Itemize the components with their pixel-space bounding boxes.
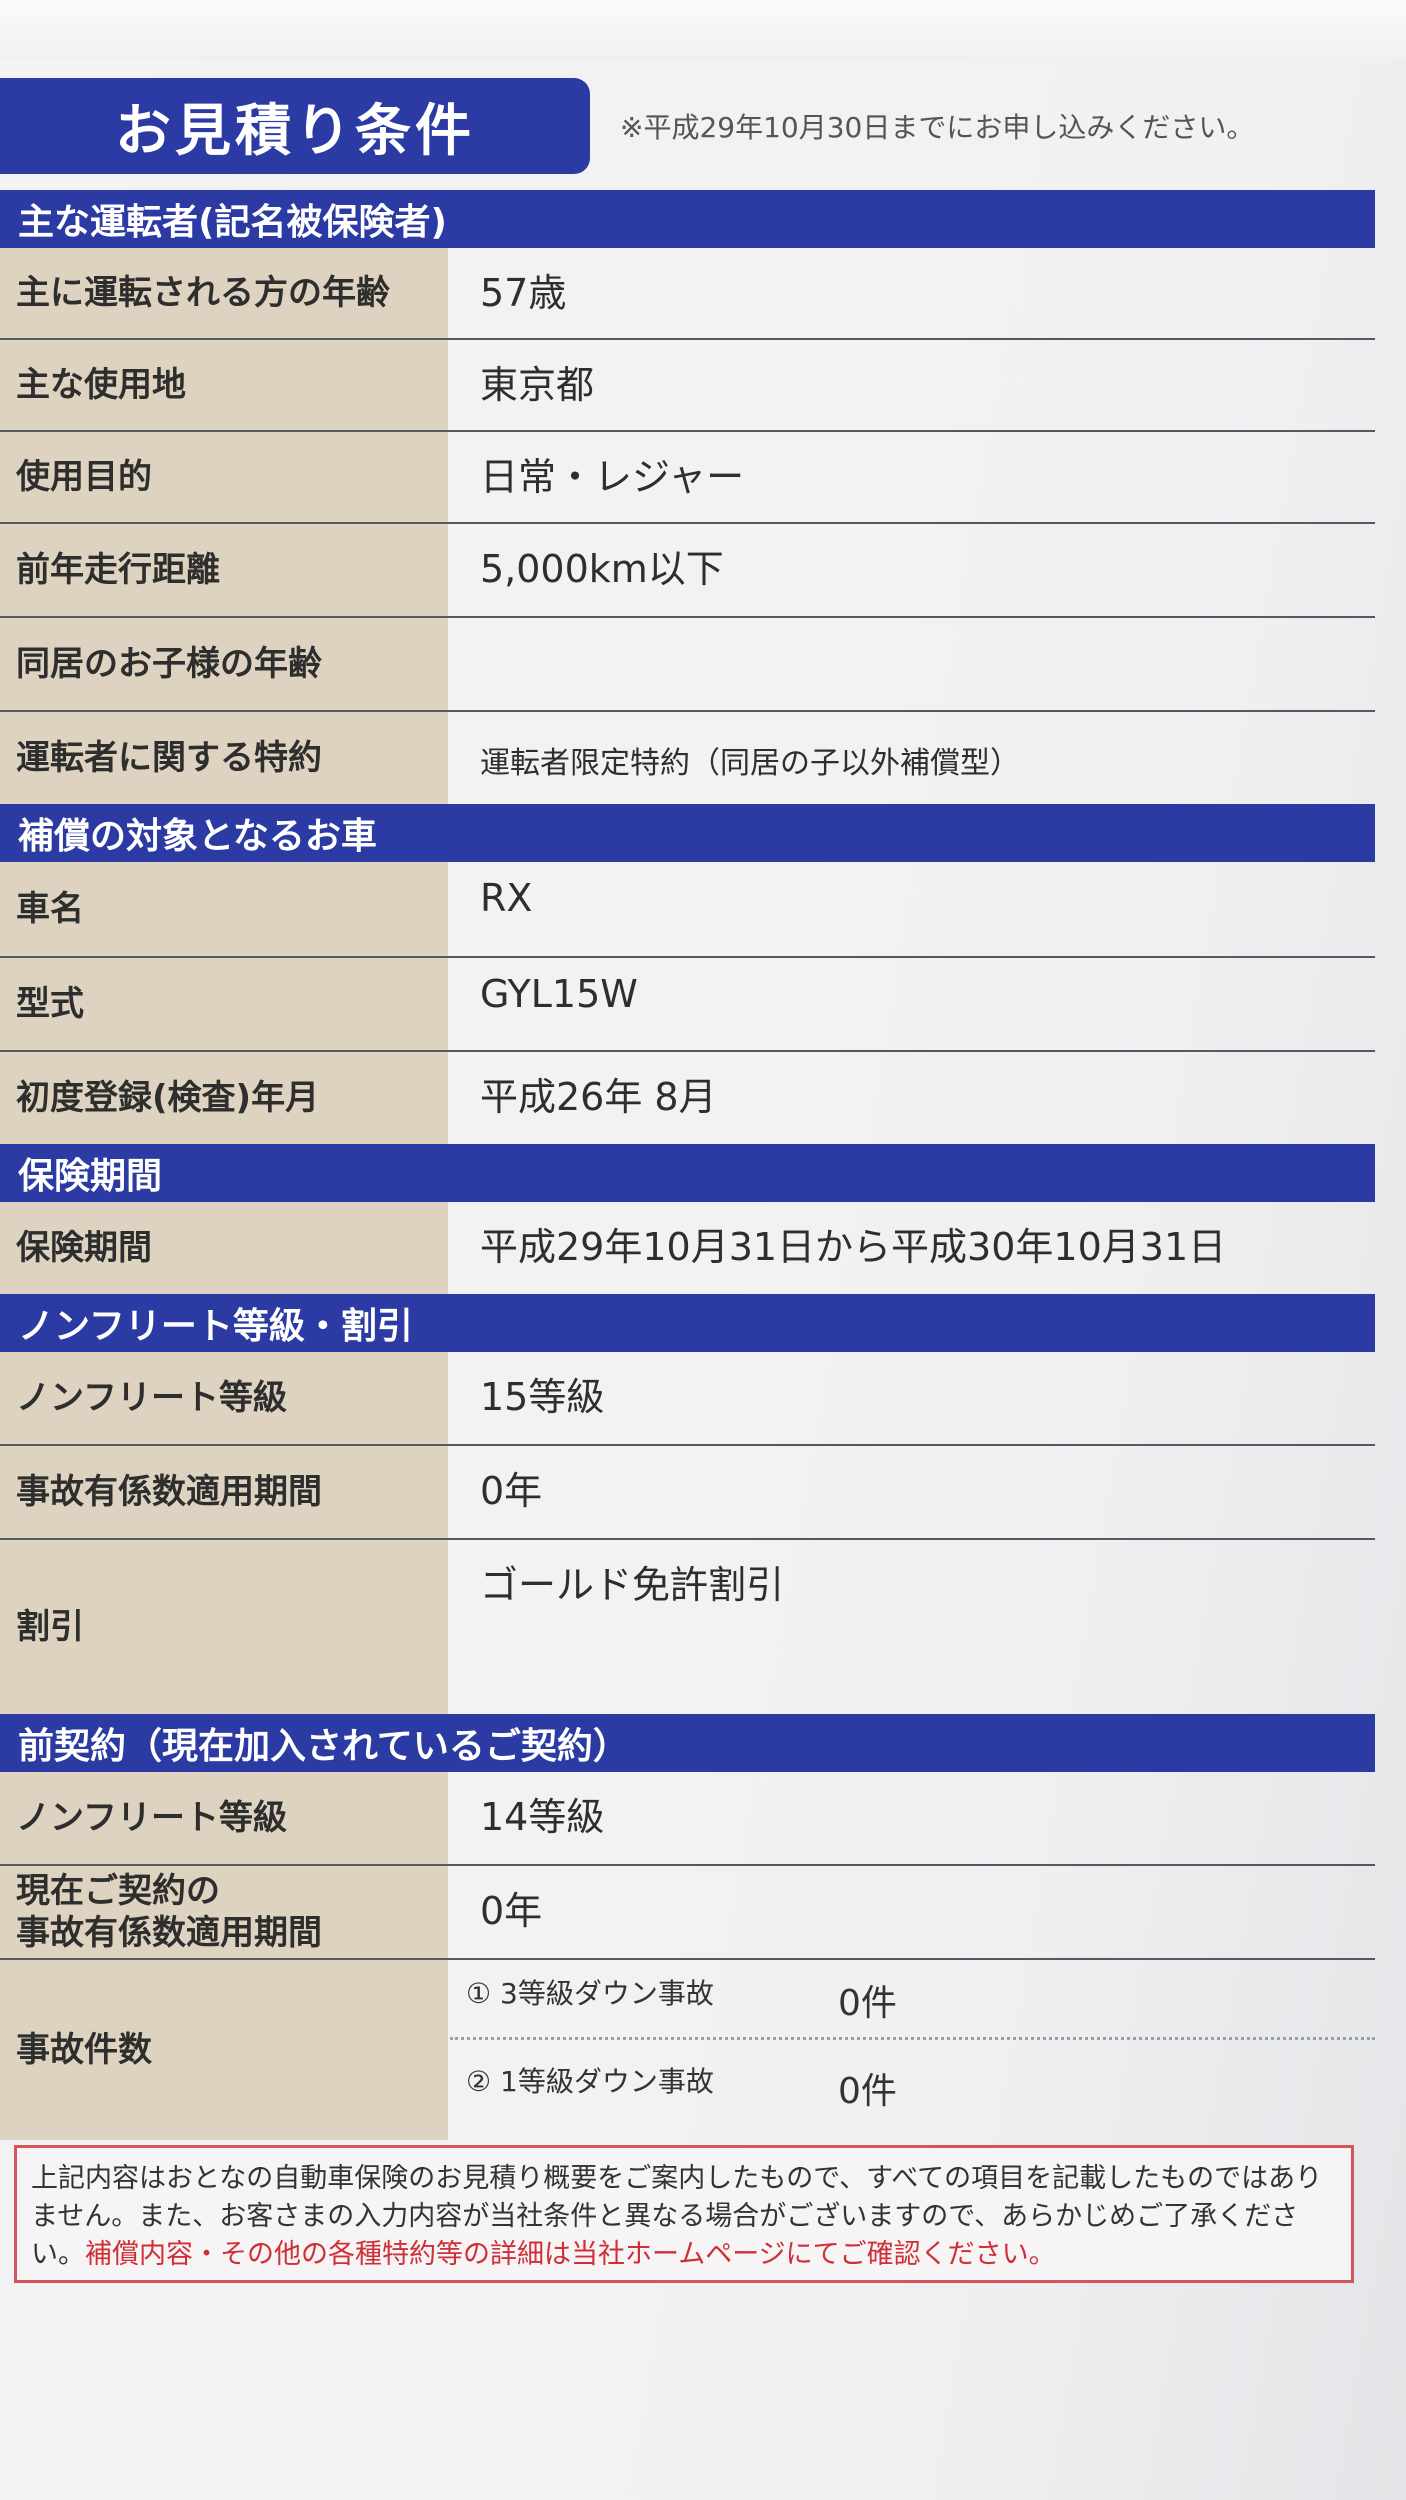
row-label-line1: 現在ご契約の xyxy=(16,1870,220,1911)
row-usage-area: 主な使用地 東京都 xyxy=(0,340,1375,432)
top-margin xyxy=(0,0,1406,60)
row-nonfleet-grade: ノンフリート等級 15等級 xyxy=(0,1352,1375,1446)
accident-item-count: 0件 xyxy=(838,1983,897,2024)
deadline-note: ※平成29年10月30日までにお申し込みください。 xyxy=(620,111,1255,144)
row-value: RX xyxy=(480,876,533,920)
row-discount: 割引 ゴールド免許割引 xyxy=(0,1540,1375,1714)
row-label: 割引 xyxy=(0,1540,448,1714)
row-car-name: 車名 RX xyxy=(0,862,1375,958)
row-value: 0年 xyxy=(480,1469,543,1513)
row-label: ノンフリート等級 xyxy=(0,1352,448,1444)
disclaimer-note: 上記内容はおとなの自動車保険のお見積り概要をご案内したもので、すべての項目を記載… xyxy=(14,2145,1354,2283)
row-label: 使用目的 xyxy=(0,432,448,522)
row-label: 保険期間 xyxy=(0,1202,448,1294)
dotted-divider xyxy=(450,2037,1375,2040)
row-accident-coefficient-period: 事故有係数適用期間 0年 xyxy=(0,1446,1375,1540)
section-header-main-driver: 主な運転者(記名被保険者) xyxy=(0,190,1375,248)
row-first-registration: 初度登録(検査)年月 平成26年 8月 xyxy=(0,1052,1375,1144)
row-value: 14等級 xyxy=(480,1795,605,1839)
row-label: 事故件数 xyxy=(0,1960,448,2140)
row-label: 車名 xyxy=(0,862,448,956)
row-value: 平成29年10月31日から平成30年10月31日 xyxy=(480,1225,1227,1269)
row-value: 0年 xyxy=(480,1889,543,1933)
row-child-age: 同居のお子様の年齢 xyxy=(0,618,1375,712)
row-label: 事故有係数適用期間 xyxy=(0,1446,448,1538)
section-header-period: 保険期間 xyxy=(0,1144,1375,1202)
row-model: 型式 GYL15W xyxy=(0,958,1375,1052)
row-label: 運転者に関する特約 xyxy=(0,712,448,804)
row-prev-accident-coefficient-period: 現在ご契約の 事故有係数適用期間 0年 xyxy=(0,1866,1375,1960)
row-value: 5,000km以下 xyxy=(480,547,724,591)
row-label: 主に運転される方の年齢 xyxy=(0,248,448,338)
row-label: 初度登録(検査)年月 xyxy=(0,1052,448,1144)
row-value: 57歳 xyxy=(480,271,567,315)
accident-item-name: ② 1等級ダウン事故 xyxy=(466,2065,714,2098)
row-label: 同居のお子様の年齢 xyxy=(0,618,448,710)
row-value: ゴールド免許割引 xyxy=(480,1563,785,1607)
row-value: 日常・レジャー xyxy=(480,455,745,499)
row-value: 平成26年 8月 xyxy=(480,1075,717,1119)
accident-item-name: ① 3等級ダウン事故 xyxy=(466,1977,714,2010)
row-driver-age: 主に運転される方の年齢 57歳 xyxy=(0,248,1375,340)
row-label: 主な使用地 xyxy=(0,340,448,430)
title-banner: お見積り条件 xyxy=(0,78,590,174)
row-label-line2: 事故有係数適用期間 xyxy=(16,1913,322,1953)
row-value: 運転者限定特約（同居の子以外補償型） xyxy=(480,746,1020,781)
section-header-vehicle: 補償の対象となるお車 xyxy=(0,804,1375,862)
row-annual-mileage: 前年走行距離 5,000km以下 xyxy=(0,524,1375,618)
row-driver-rider: 運転者に関する特約 運転者限定特約（同居の子以外補償型） xyxy=(0,712,1375,804)
row-label: 前年走行距離 xyxy=(0,524,448,616)
page-title: お見積り条件 xyxy=(115,98,475,164)
row-label: ノンフリート等級 xyxy=(0,1772,448,1864)
disclaimer-red-text: 補償内容・その他の各種特約等の詳細は当社ホームページにてご確認ください。 xyxy=(85,2238,1056,2270)
section-header-previous-contract: 前契約（現在加入されているご契約） xyxy=(0,1714,1375,1772)
document-sheet: お見積り条件 ※平成29年10月30日までにお申し込みください。 主な運転者(記… xyxy=(0,0,1406,2500)
row-prev-nonfleet-grade: ノンフリート等級 14等級 xyxy=(0,1772,1375,1866)
accident-item-count: 0件 xyxy=(838,2071,897,2112)
row-label: 現在ご契約の 事故有係数適用期間 xyxy=(0,1866,448,1958)
row-usage-purpose: 使用目的 日常・レジャー xyxy=(0,432,1375,524)
row-value: 15等級 xyxy=(480,1375,605,1419)
section-header-nonfleet: ノンフリート等級・割引 xyxy=(0,1294,1375,1352)
row-value: GYL15W xyxy=(480,972,638,1016)
row-insurance-period: 保険期間 平成29年10月31日から平成30年10月31日 xyxy=(0,1202,1375,1294)
row-label: 型式 xyxy=(0,958,448,1050)
row-value: 東京都 xyxy=(480,363,595,407)
